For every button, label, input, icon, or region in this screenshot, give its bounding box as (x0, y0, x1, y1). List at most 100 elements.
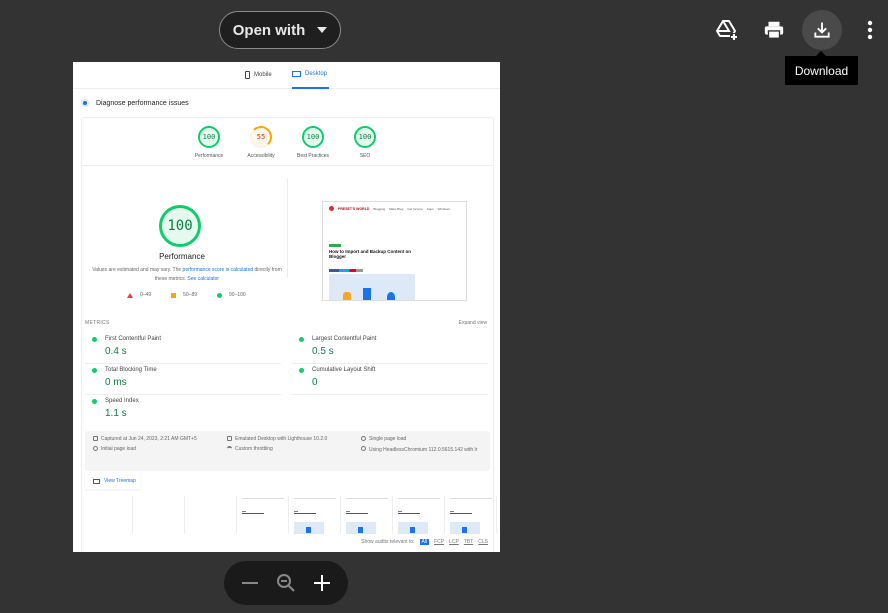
filmstrip-frame (395, 496, 445, 534)
score-ring: 55 (250, 126, 272, 148)
info-captured: Captured at Jun 24, 2023, 2:21 AM GMT+5 (93, 436, 197, 442)
audit-filter-label: Show audits relevant to: (361, 539, 415, 545)
metric-tbt: Total Blocking Time 0 ms (85, 364, 281, 395)
info-throttling: Custom throttling (227, 446, 273, 452)
legend-range: 50–89 (183, 292, 198, 298)
filter-all[interactable]: All (419, 539, 430, 545)
legend-average: 50–89 (171, 292, 197, 298)
performance-score-ring: 100 (159, 205, 201, 247)
tab-mobile[interactable]: Mobile (245, 71, 272, 79)
filter-tbt[interactable]: TBT (464, 539, 473, 545)
metric-si: Speed Index 1.1 s (85, 395, 281, 426)
score-calculated-link[interactable]: performance score is calculated (183, 267, 254, 273)
filmstrip-frame (187, 496, 237, 534)
filmstrip-frame (447, 496, 497, 534)
audit-filter: Show audits relevant to: All FCP LCP TBT… (361, 539, 488, 545)
score-legend: 0–49 50–89 90–100 (127, 292, 246, 298)
add-to-drive-button[interactable] (706, 10, 746, 50)
timer-icon (93, 446, 98, 451)
share-buttons (329, 269, 363, 272)
nav-item: Blogging (373, 206, 386, 211)
more-options-button[interactable] (850, 10, 888, 50)
metric-name: First Contentful Paint (105, 336, 162, 342)
filmstrip-frame (343, 496, 393, 534)
info-text: Initial page load (101, 446, 137, 452)
score-ring: 100 (302, 126, 324, 148)
tab-mobile-label: Mobile (254, 72, 272, 78)
info-emulated: Emulated Desktop with Lighthouse 10.2.0 (227, 436, 327, 442)
article-image (329, 274, 415, 300)
gauge-performance[interactable]: 100 Performance (179, 126, 239, 159)
metric-value: 0.4 s (105, 346, 127, 357)
metric-name: Speed Index (105, 398, 139, 404)
gauge-best-practices[interactable]: 100 Best Practices (283, 126, 343, 159)
circle-icon (217, 292, 223, 298)
download-button[interactable] (802, 10, 842, 50)
metric-name: Total Blocking Time (105, 367, 157, 373)
article-headline: How to Import and Backup Content on Blog… (329, 249, 411, 259)
zoom-out-button[interactable] (235, 568, 265, 598)
pass-dot-icon (299, 368, 304, 373)
treemap-label: View Treemap (104, 478, 136, 484)
metric-value: 0 (312, 377, 318, 388)
metric-fcp: First Contentful Paint 0.4 s (85, 333, 281, 364)
legend-pass: 90–100 (217, 292, 246, 298)
score-ring: 100 (198, 126, 220, 148)
site-name: PRESET'S WORLD (338, 206, 370, 211)
legend-range: 90–100 (229, 292, 246, 298)
filter-cls[interactable]: CLS (478, 539, 488, 545)
pass-dot-icon (92, 368, 97, 373)
metric-value: 1.1 s (105, 408, 127, 419)
open-with-button[interactable]: Open with (219, 11, 341, 49)
download-tooltip: Download (785, 51, 858, 85)
nav-item: Windows (437, 206, 450, 211)
filmstrip-frame (83, 496, 133, 534)
devices-icon (227, 436, 232, 441)
desktop-icon (292, 71, 301, 77)
gauge-seo[interactable]: 100 SEO (335, 126, 395, 159)
print-button[interactable] (754, 10, 794, 50)
triangle-icon (127, 292, 133, 298)
site-nav: PRESET'S WORLD Blogging Make Blog Get In… (329, 206, 450, 211)
gauge-label: SEO (359, 153, 371, 159)
pass-dot-icon (92, 399, 97, 404)
desc-prefix: Values are estimated and may vary. The (92, 267, 183, 273)
gauge-label: Accessibility (247, 153, 275, 159)
zoom-reset-button[interactable] (271, 568, 301, 598)
zoom-out-magnifier-icon (277, 574, 295, 592)
gauge-accessibility[interactable]: 55 Accessibility (231, 126, 291, 159)
performance-description: Values are estimated and may vary. The p… (92, 266, 282, 284)
info-single-load: Single page load (361, 436, 406, 442)
diagnose-toggle[interactable]: Diagnose performance issues (81, 99, 189, 107)
zoom-controls (224, 561, 348, 605)
view-treemap-button[interactable]: View Treemap (85, 473, 140, 489)
info-text: Single page load (369, 436, 407, 442)
plus-icon (314, 575, 330, 591)
performance-title: Performance (159, 252, 205, 261)
see-calculator-link[interactable]: See calculator (187, 276, 219, 282)
minus-icon (242, 582, 258, 584)
expand-view-link[interactable]: Expand view (459, 320, 487, 326)
metric-name: Largest Contentful Paint (312, 336, 377, 342)
caret-down-icon (317, 27, 328, 33)
download-icon (814, 22, 830, 38)
nav-item: Apps (426, 206, 434, 211)
tab-desktop[interactable]: Desktop (292, 71, 327, 77)
divider (287, 178, 288, 278)
filter-lcp[interactable]: LCP (449, 539, 459, 545)
filter-fcp[interactable]: FCP (434, 539, 444, 545)
open-with-label: Open with (232, 21, 306, 39)
metric-lcp: Largest Contentful Paint 0.5 s (292, 333, 488, 364)
zoom-in-button[interactable] (307, 568, 337, 598)
info-text: Emulated Desktop with Lighthouse 10.2.0 (235, 436, 328, 442)
final-screenshot: PRESET'S WORLD Blogging Make Blog Get In… (322, 201, 467, 301)
info-initial-load: Initial page load (93, 446, 136, 452)
diagnose-label: Diagnose performance issues (96, 99, 189, 107)
info-text: Using HeadlessChromium 112.0.5615.142 wi… (369, 447, 478, 453)
nav-item: Get Income (407, 206, 423, 211)
document-preview: Mobile Desktop Diagnose performance issu… (73, 62, 500, 552)
treemap-icon (93, 478, 100, 484)
info-text: Custom throttling (235, 446, 273, 452)
legend-fail: 0–49 (127, 292, 151, 298)
printer-icon (764, 21, 784, 39)
